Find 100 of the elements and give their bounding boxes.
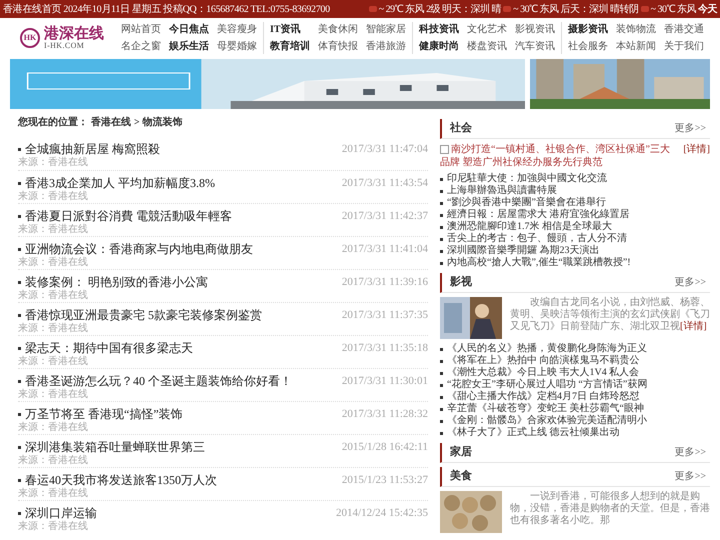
more-link[interactable]: 更多>> [674, 275, 706, 290]
nav-link[interactable]: 汽车资讯 [514, 39, 556, 54]
summary-text: 一说到香港，可能很多人想到的就是购物，没错，香港是购物者的天堂。但是，香港也有很多著名小吃。那 [510, 491, 710, 528]
more-link[interactable]: 更多>> [674, 121, 706, 136]
news-link[interactable]: 《甜心主播大作战》定档4月7日 白炜玲怒怼 [447, 391, 640, 403]
news-link[interactable]: 上海舉辦魯迅與讀書特展 [447, 185, 557, 197]
nav-link[interactable]: IT资讯 [269, 22, 311, 37]
breadcrumb-link[interactable]: 香港在线 [91, 114, 131, 130]
weather-text: 今天 [698, 2, 717, 16]
weather-text: 后天：深圳 晴转阴 [560, 2, 639, 16]
article-source: 来源：香港在线 [18, 389, 89, 401]
news-link[interactable]: “劉沙與香港中樂團”音樂會在港舉行 [447, 197, 606, 209]
article-date: 2017/3/31 11:41:04 [342, 242, 428, 257]
nav-link[interactable]: 美容瘦身 [216, 22, 258, 37]
news-link[interactable]: 《将军在上》热拍中 向皓演樣鬼马不羁贵公 [447, 355, 640, 367]
article-date: 2017/3/31 11:28:32 [342, 407, 428, 422]
detail-link[interactable]: [详情] [680, 321, 707, 332]
article-date: 2014/12/24 15:42:35 [336, 506, 428, 521]
article-date: 2015/1/28 16:42:11 [342, 440, 428, 455]
logo-domain: I-HK.COM [44, 42, 86, 50]
article-source: 来源：香港在线 [18, 257, 89, 269]
news-link[interactable]: “花腔女王”李研心展过人唱功 “方言情话”获网 [447, 379, 648, 391]
weather-text: ~ 30℃ 东风 [513, 2, 559, 16]
article-link[interactable]: 装修案例： 明艳别致的香港小公寓 [25, 275, 208, 289]
news-link[interactable]: 澳洲恐龍腳印達1.7米 相信是全球最大 [447, 221, 612, 233]
logo-name: 港深在线 [44, 26, 104, 42]
nav-link[interactable]: 健康时尚 [418, 39, 460, 54]
article-source: 来源：香港在线 [18, 422, 89, 434]
section-title: 影视 [450, 274, 472, 290]
more-link[interactable]: 更多>> [674, 469, 706, 484]
news-link[interactable]: 《林子大了》正式上线 德云社倾巢出动 [447, 427, 620, 439]
nav-link[interactable]: 名企之窗 [120, 39, 162, 54]
article-date: 2017/3/31 11:39:16 [342, 275, 428, 290]
news-link[interactable]: 深圳國際音樂季開鑼 為期23天演出 [447, 245, 600, 257]
news-link[interactable]: 《金刚：骷髅岛》合家欢体验完美适配清明小 [447, 415, 647, 427]
logo-mark: HK [20, 28, 40, 48]
weather-text: 明天：深圳 晴 [442, 2, 502, 16]
image-link[interactable]: 南沙打造“一镇村通、社银合作、湾区社保通”三大品牌 塑造广州社保经办服务先行典范 [440, 143, 676, 169]
nav-link[interactable]: 香港交通 [663, 22, 705, 37]
article-date: 2017/3/31 11:47:04 [342, 142, 428, 157]
detail-link[interactable]: [详情] [683, 143, 710, 169]
article-link[interactable]: 香港3成企業加人 平均加薪幅度3.8% [25, 176, 215, 190]
nav-link[interactable]: 今日焦点 [168, 22, 210, 37]
article-source: 来源：香港在线 [18, 224, 89, 236]
nav-link[interactable]: 母婴婚嫁 [216, 39, 258, 54]
summary-text: 改编自古龙同名小说，由刘恺威、杨蓉、黄明、吴映洁等领衔主演的玄幻武侠剧《飞刀又见飞刀》日前登陆广东、湖北双卫视[详情] [510, 297, 710, 334]
news-link[interactable]: 經濟日報：居屋需求大 港府宜強化綠置居 [447, 209, 630, 221]
article-source: 来源：香港在线 [18, 157, 89, 169]
section-title: 家居 [450, 444, 472, 460]
article-link[interactable]: 香港圣诞游怎么玩？40 个圣诞主题装饰给你好看！ [25, 374, 292, 388]
article-date: 2015/1/23 11:53:27 [342, 473, 428, 488]
article-link[interactable]: 深圳港集装箱吞吐量蝉联世界第三 [25, 440, 205, 454]
article-source: 来源：香港在线 [18, 356, 89, 368]
news-link[interactable]: 辛芷蕾《斗破苍穹》变蛇王 美杜莎霸气“眼神 [447, 403, 644, 415]
article-link[interactable]: 深圳口岸运输 [25, 506, 97, 520]
nav-link[interactable]: 科技资讯 [418, 22, 460, 37]
article-source: 来源：香港在线 [18, 290, 89, 302]
nav-link[interactable]: 娱乐生活 [168, 39, 210, 54]
nav-link[interactable]: 文化艺术 [466, 22, 508, 37]
breadcrumb-separator: > [134, 116, 140, 130]
article-link[interactable]: 香港惊现亚洲最贵豪宅 5款豪宅装修案例鉴赏 [25, 308, 262, 322]
article-link[interactable]: 春运40天我市将发送旅客1350万人次 [25, 473, 217, 487]
article-source: 来源：香港在线 [18, 488, 89, 500]
article-link[interactable]: 全城瘋抽新居屋 梅窩照殺 [25, 142, 160, 156]
article-date: 2017/3/31 11:30:01 [342, 374, 428, 389]
article-link[interactable]: 万圣节将至 香港现“搞怪”装饰 [25, 407, 183, 421]
nav-link[interactable]: 社会服务 [567, 39, 609, 54]
nav-link[interactable]: 体育快报 [317, 39, 359, 54]
article-source: 来源：香港在线 [18, 455, 89, 467]
nav-link[interactable]: 美食休闲 [317, 22, 359, 37]
weather-text: ~ 29℃ 东风 2级 [378, 2, 440, 16]
article-date: 2017/3/31 11:35:18 [342, 341, 428, 356]
nav-link[interactable]: 香港旅游 [365, 39, 407, 54]
section-title: 美食 [450, 468, 472, 484]
weather-text: ~ 30℃ 东风 [650, 2, 696, 16]
site-info: 香港在线首页 2024年10月11日 星期五 投稿QQ：165687462 TEL:0755-83692700 [3, 2, 330, 16]
section-title: 社会 [450, 120, 472, 136]
news-link[interactable]: 內地高校“搶人大戰”,催生“職業跳槽教授”! [447, 257, 631, 269]
nav-link[interactable]: 楼盘资讯 [466, 39, 508, 54]
nav-link[interactable]: 关于我们 [663, 39, 705, 54]
nav-link[interactable]: 装饰物流 [615, 22, 657, 37]
nav-link[interactable]: 影视资讯 [514, 22, 556, 37]
news-link[interactable]: 印尼駐華大使：加強與中國文化交流 [447, 173, 607, 185]
article-date: 2017/3/31 11:37:35 [342, 308, 428, 323]
news-link[interactable]: 《潮性大总裁》今日上映 韦大人1V4 私人会 [447, 367, 640, 379]
article-link[interactable]: 香港夏日派對谷消費 電競活動吸年輕客 [25, 209, 232, 223]
nav-link[interactable]: 摄影资讯 [567, 22, 609, 37]
article-link[interactable]: 亚洲物流会议：香港商家与内地电商做朋友 [25, 242, 253, 256]
more-link[interactable]: 更多>> [674, 445, 706, 460]
nav-link[interactable]: 本站新闻 [615, 39, 657, 54]
article-source: 来源：香港在线 [18, 191, 89, 203]
article-date: 2017/3/31 11:42:37 [342, 209, 428, 224]
article-link[interactable]: 梁志天：期待中国有很多梁志天 [25, 341, 193, 355]
breadcrumb-link[interactable]: 物流装饰 [142, 114, 183, 130]
breadcrumb-label: 您现在的位置： [18, 116, 88, 130]
news-link[interactable]: 《人民的名义》热播，黄俊鹏化身陈海为正义 [447, 343, 647, 355]
nav-link[interactable]: 网站首页 [120, 22, 162, 37]
nav-link[interactable]: 智能家居 [365, 22, 407, 37]
nav-link[interactable]: 教育培训 [269, 39, 311, 54]
news-link[interactable]: 舌尖上的考古：包子、饅頭，古人分不清 [447, 233, 627, 245]
